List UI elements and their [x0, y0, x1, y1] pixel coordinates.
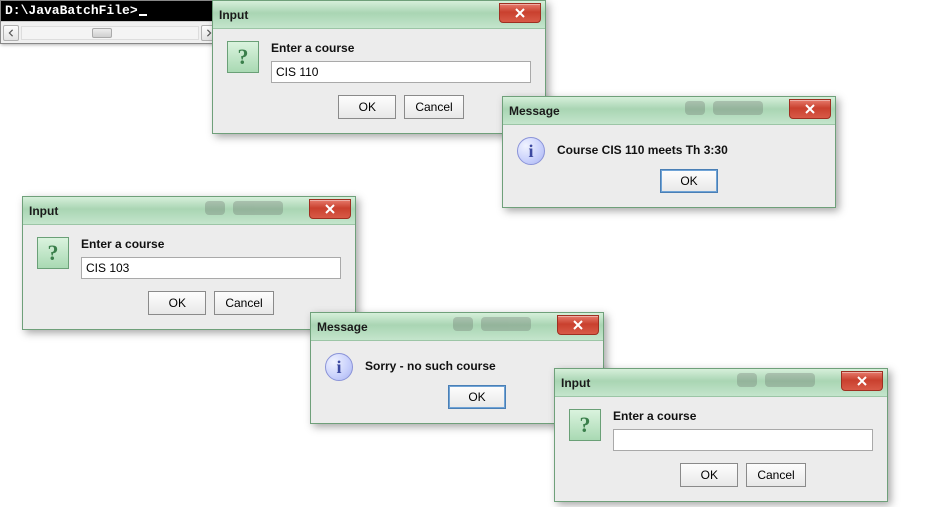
- course-input[interactable]: [271, 61, 531, 83]
- titlebar[interactable]: Input: [555, 369, 887, 397]
- cancel-button[interactable]: Cancel: [214, 291, 273, 315]
- close-button[interactable]: [309, 199, 351, 219]
- console-output: D:\JavaBatchFile>: [1, 1, 219, 21]
- dialog-title: Message: [317, 320, 368, 334]
- console-scrollbar[interactable]: [1, 21, 219, 43]
- close-button[interactable]: [557, 315, 599, 335]
- ok-button[interactable]: OK: [148, 291, 206, 315]
- dialog-title: Input: [219, 8, 248, 22]
- scroll-left-button[interactable]: [3, 25, 19, 41]
- input-dialog-3: Input ? Enter a course OK Cancel: [554, 368, 888, 502]
- dialog-title: Message: [509, 104, 560, 118]
- close-button[interactable]: [789, 99, 831, 119]
- close-button[interactable]: [499, 3, 541, 23]
- prompt-label: Enter a course: [81, 237, 341, 251]
- console-window: D:\JavaBatchFile>: [0, 0, 220, 44]
- info-icon: i: [517, 137, 545, 165]
- input-dialog-2: Input ? Enter a course OK Cancel: [22, 196, 356, 330]
- titlebar[interactable]: Message: [311, 313, 603, 341]
- question-icon: ?: [227, 41, 259, 73]
- info-icon: i: [325, 353, 353, 381]
- titlebar[interactable]: Input: [23, 197, 355, 225]
- question-icon: ?: [569, 409, 601, 441]
- prompt-label: Enter a course: [271, 41, 531, 55]
- message-dialog-1: Message i Course CIS 110 meets Th 3:30 O…: [502, 96, 836, 208]
- scroll-thumb[interactable]: [92, 28, 112, 38]
- prompt-label: Enter a course: [613, 409, 873, 423]
- course-input[interactable]: [613, 429, 873, 451]
- dialog-title: Input: [561, 376, 590, 390]
- cancel-button[interactable]: Cancel: [746, 463, 805, 487]
- message-text: Course CIS 110 meets Th 3:30: [557, 137, 821, 157]
- ok-button[interactable]: OK: [660, 169, 718, 193]
- dialog-title: Input: [29, 204, 58, 218]
- ok-button[interactable]: OK: [338, 95, 396, 119]
- console-prompt-text: D:\JavaBatchFile>: [5, 3, 138, 18]
- console-cursor: [139, 14, 147, 16]
- cancel-button[interactable]: Cancel: [404, 95, 463, 119]
- ok-button[interactable]: OK: [680, 463, 738, 487]
- input-dialog-1: Input ? Enter a course OK Cancel: [212, 0, 546, 134]
- ok-button[interactable]: OK: [448, 385, 506, 409]
- question-icon: ?: [37, 237, 69, 269]
- scroll-track[interactable]: [21, 26, 199, 40]
- titlebar[interactable]: Input: [213, 1, 545, 29]
- close-button[interactable]: [841, 371, 883, 391]
- course-input[interactable]: [81, 257, 341, 279]
- titlebar[interactable]: Message: [503, 97, 835, 125]
